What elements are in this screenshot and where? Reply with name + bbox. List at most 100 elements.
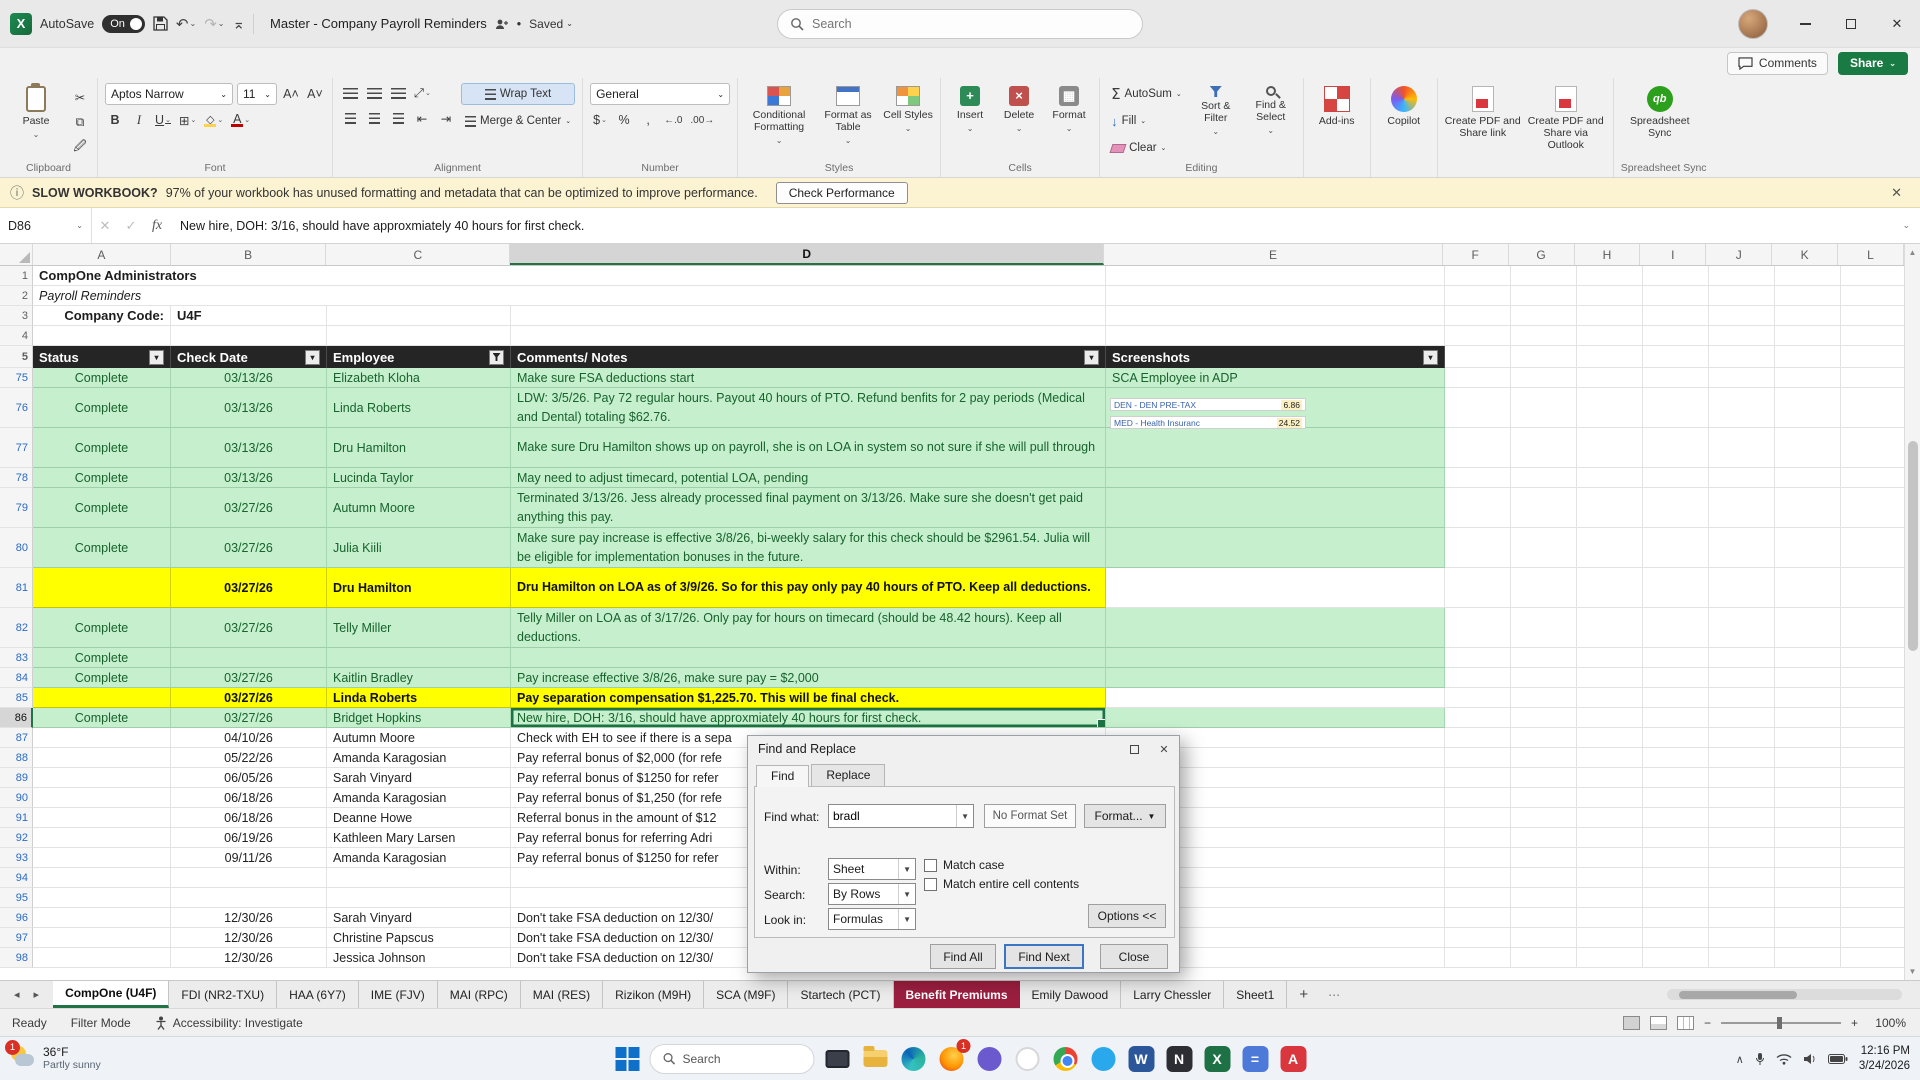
column-header[interactable]: D [510, 244, 1104, 265]
taskbar-app-icon[interactable] [898, 1043, 929, 1074]
row-number[interactable]: 75 [0, 368, 33, 388]
zoom-in-button[interactable]: + [1851, 1016, 1858, 1030]
row-number[interactable]: 87 [0, 728, 33, 748]
search-input[interactable] [812, 17, 1092, 31]
zoom-slider[interactable] [1721, 1022, 1841, 1024]
underline-button[interactable]: U⌄ [153, 110, 173, 130]
cell-employee[interactable]: Amanda Karagosian [327, 748, 511, 768]
align-bottom-button[interactable] [388, 83, 408, 103]
row-number[interactable]: 97 [0, 928, 33, 948]
sheet-tab[interactable]: Larry Chessler [1121, 981, 1224, 1008]
merge-center-button[interactable]: Merge & Center⌄ [461, 110, 575, 132]
cell-check-date[interactable]: 03/13/26 [171, 388, 327, 428]
row-number[interactable]: 89 [0, 768, 33, 788]
sheet-tab[interactable]: MAI (RPC) [438, 981, 521, 1008]
column-header[interactable]: C [326, 244, 510, 265]
cell-status[interactable]: Complete [33, 388, 171, 428]
copy-button[interactable]: ⧉ [70, 112, 90, 132]
cell-employee[interactable]: Christine Papscus [327, 928, 511, 948]
company-code-label[interactable]: Company Code: [33, 306, 171, 326]
battery-icon[interactable] [1828, 1054, 1848, 1064]
cell-status[interactable]: Complete [33, 428, 171, 468]
empty-cells[interactable] [1445, 528, 1904, 568]
sheet-tab[interactable]: MAI (RES) [521, 981, 603, 1008]
name-box[interactable]: D86⌄ [0, 208, 92, 243]
look-in-select[interactable]: Formulas▼ [828, 908, 916, 930]
percent-format-button[interactable]: % [614, 110, 634, 130]
number-format-combo[interactable]: General⌄ [590, 83, 730, 105]
cell-employee[interactable] [327, 868, 511, 888]
cell-comments[interactable]: New hire, DOH: 3/16, should have approxm… [511, 708, 1106, 728]
align-left-button[interactable] [340, 108, 360, 128]
cell-employee[interactable]: Linda Roberts [327, 388, 511, 428]
cell-status[interactable] [33, 568, 171, 608]
row-number[interactable]: 98 [0, 948, 33, 968]
find-what-combo[interactable]: ▼ [828, 804, 974, 828]
scrollbar-thumb[interactable] [1679, 991, 1797, 999]
cell-status[interactable]: Complete [33, 368, 171, 388]
scroll-up-icon[interactable]: ▲ [1909, 244, 1917, 261]
cell-employee[interactable]: Bridget Hopkins [327, 708, 511, 728]
saved-status[interactable]: Saved⌄ [529, 17, 573, 31]
clear-button[interactable]: Clear⌄ [1107, 137, 1186, 159]
cell-check-date[interactable]: 03/27/26 [171, 528, 327, 568]
header-check-date[interactable]: Check Date▾ [171, 346, 327, 368]
fill-button[interactable]: ↓Fill⌄ [1107, 110, 1186, 132]
decrease-decimal-button[interactable]: .00→ [688, 110, 716, 130]
cell-styles-button[interactable]: Cell Styles⌄ [883, 83, 933, 133]
pdf-share-outlook-button[interactable]: Create PDF and Share via Outlook [1526, 83, 1606, 151]
cell-screenshots[interactable] [1106, 608, 1445, 648]
grow-font-button[interactable]: A˄ [281, 84, 301, 104]
conditional-formatting-button[interactable]: Conditional Formatting⌄ [745, 83, 813, 145]
cell-check-date[interactable]: 03/13/26 [171, 368, 327, 388]
find-next-button[interactable]: Find Next [1004, 944, 1084, 969]
cell-status[interactable]: Complete [33, 488, 171, 528]
align-right-button[interactable] [388, 108, 408, 128]
empty-cells[interactable] [1445, 428, 1904, 468]
delete-cells-button[interactable]: × Delete⌄ [997, 83, 1041, 133]
filter-active-icon[interactable] [489, 350, 504, 365]
format-painter-button[interactable]: 🖉 [70, 137, 90, 157]
column-header[interactable]: I [1640, 244, 1706, 265]
select-all-corner[interactable] [0, 244, 33, 265]
cell-check-date[interactable]: 03/27/26 [171, 688, 327, 708]
share-button[interactable]: Share⌄ [1838, 52, 1908, 75]
row-number[interactable]: 79 [0, 488, 33, 528]
cell-check-date[interactable]: 03/27/26 [171, 568, 327, 608]
cell-check-date[interactable]: 03/27/26 [171, 608, 327, 648]
notice-close-icon[interactable]: ✕ [1891, 185, 1910, 201]
empty-cells[interactable] [1445, 648, 1904, 668]
cell-check-date[interactable]: 03/13/26 [171, 428, 327, 468]
column-header[interactable]: H [1575, 244, 1641, 265]
cell-status[interactable] [33, 768, 171, 788]
zoom-slider-thumb[interactable] [1777, 1017, 1782, 1029]
tab-find[interactable]: Find [756, 765, 809, 787]
cell-employee[interactable]: Dru Hamilton [327, 428, 511, 468]
cell-screenshots[interactable] [1106, 688, 1445, 708]
empty-cells[interactable] [1445, 748, 1904, 768]
customize-qat-icon[interactable]: ⌅ [232, 15, 245, 33]
insert-function-icon[interactable]: fx [144, 218, 170, 234]
taskbar-app-icon[interactable] [1012, 1043, 1043, 1074]
cell-screenshots[interactable] [1106, 488, 1445, 528]
cell-status[interactable] [33, 848, 171, 868]
taskbar-search[interactable]: Search [650, 1044, 815, 1074]
taskbar-app-icon[interactable] [1088, 1043, 1119, 1074]
taskbar-clock[interactable]: 12:16 PM 3/24/2026 [1859, 1044, 1910, 1074]
cell-status[interactable] [33, 728, 171, 748]
options-button[interactable]: Options << [1088, 904, 1166, 928]
column-header[interactable]: L [1838, 244, 1904, 265]
cell-screenshots[interactable] [1106, 648, 1445, 668]
cell-status[interactable] [33, 888, 171, 908]
cell-status[interactable] [33, 788, 171, 808]
row-number[interactable]: 2 [0, 286, 33, 306]
column-header[interactable]: A [33, 244, 171, 265]
empty-cells[interactable] [1445, 708, 1904, 728]
cell-comments[interactable]: Pay separation compensation $1,225.70. T… [511, 688, 1106, 708]
empty-cells[interactable] [1445, 608, 1904, 648]
empty-cells[interactable] [1445, 848, 1904, 868]
row-number[interactable]: 84 [0, 668, 33, 688]
tab-scroll-left-icon[interactable]: ◂ [14, 988, 20, 1001]
find-all-button[interactable]: Find All [930, 944, 996, 969]
cell-screenshots[interactable] [1106, 568, 1445, 608]
